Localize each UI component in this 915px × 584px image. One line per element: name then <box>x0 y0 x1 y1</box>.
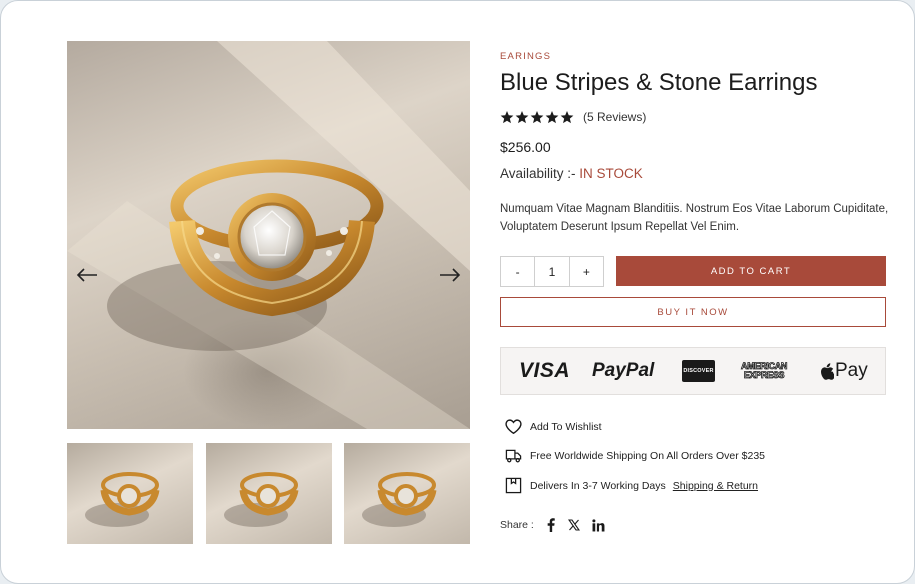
share-label: Share : <box>500 519 534 531</box>
thumbnail-ring-image <box>362 472 437 527</box>
prev-image-button[interactable] <box>75 263 99 287</box>
apple-pay-logo: Pay <box>820 348 868 394</box>
payment-methods: VISA PayPal DISCOVER AMERICAN EXPRESS Pa… <box>500 347 886 395</box>
review-count-link[interactable]: (5 Reviews) <box>583 110 646 124</box>
qty-decrease-button[interactable]: - <box>501 257 534 286</box>
star-icon <box>560 110 574 123</box>
star-rating <box>500 110 574 124</box>
delivery-text: Delivers In 3-7 Working Days <box>530 479 666 492</box>
amex-logo: AMERICAN EXPRESS <box>741 348 788 394</box>
shipping-return-link[interactable]: Shipping & Return <box>673 480 758 492</box>
product-category[interactable]: EARINGS <box>500 51 551 62</box>
product-description: Numquam Vitae Magnam Blanditiis. Nostrum… <box>500 203 889 233</box>
discover-text: DISCOVER <box>683 368 714 374</box>
wishlist-label: Add To Wishlist <box>530 420 602 433</box>
thumbnail-1[interactable] <box>67 443 193 544</box>
truck-icon <box>505 449 522 463</box>
visa-logo: VISA <box>519 359 571 382</box>
discover-logo: DISCOVER <box>682 348 715 394</box>
star-icon <box>500 110 514 123</box>
apple-pay-text: Pay <box>835 360 868 381</box>
facebook-share-button[interactable] <box>546 518 556 532</box>
thumbnail-ring-image <box>224 472 299 527</box>
add-to-cart-button[interactable]: ADD TO CART <box>616 256 886 286</box>
star-icon <box>515 110 529 123</box>
buy-now-button[interactable]: BUY IT NOW <box>500 297 886 327</box>
star-icon <box>530 110 544 123</box>
product-title: Blue Stripes & Stone Earrings <box>500 69 818 96</box>
amex-line2: EXPRESS <box>743 370 785 380</box>
apple-icon <box>821 362 834 380</box>
availability: Availability :- IN STOCK <box>500 166 643 181</box>
shipping-row: Free Worldwide Shipping On All Orders Ov… <box>505 448 765 464</box>
product-main-image <box>67 41 470 429</box>
x-share-button[interactable] <box>567 519 580 531</box>
x-icon <box>567 519 580 531</box>
quantity-stepper: - 1 + <box>500 256 604 287</box>
thumbnail-ring-image <box>85 472 160 527</box>
qty-input[interactable]: 1 <box>534 257 570 286</box>
thumbnail-2[interactable] <box>206 443 332 544</box>
next-image-button[interactable] <box>438 263 462 287</box>
star-icon <box>545 110 559 123</box>
paypal-logo: PayPal <box>592 360 655 381</box>
arrow-right-icon <box>440 268 461 282</box>
thumbnail-3[interactable] <box>344 443 470 544</box>
linkedin-share-button[interactable] <box>592 518 605 532</box>
arrow-left-icon <box>76 268 97 282</box>
delivery-row: Delivers In 3-7 Working Days Shipping & … <box>505 477 758 494</box>
share-row: Share : <box>500 518 605 532</box>
product-price: $256.00 <box>500 139 551 155</box>
heart-icon <box>505 419 522 434</box>
qty-increase-button[interactable]: + <box>570 257 603 286</box>
product-rating: (5 Reviews) <box>500 110 646 124</box>
linkedin-icon <box>592 518 605 531</box>
package-icon <box>505 477 522 494</box>
stock-status: IN STOCK <box>579 166 643 181</box>
shipping-text: Free Worldwide Shipping On All Orders Ov… <box>530 450 765 462</box>
ring-photo <box>67 41 470 429</box>
wishlist-row[interactable]: Add To Wishlist <box>505 419 602 434</box>
facebook-icon <box>547 518 555 532</box>
availability-label: Availability :- <box>500 166 576 181</box>
product-card: EARINGS Blue Stripes & Stone Earrings (5… <box>0 0 915 584</box>
